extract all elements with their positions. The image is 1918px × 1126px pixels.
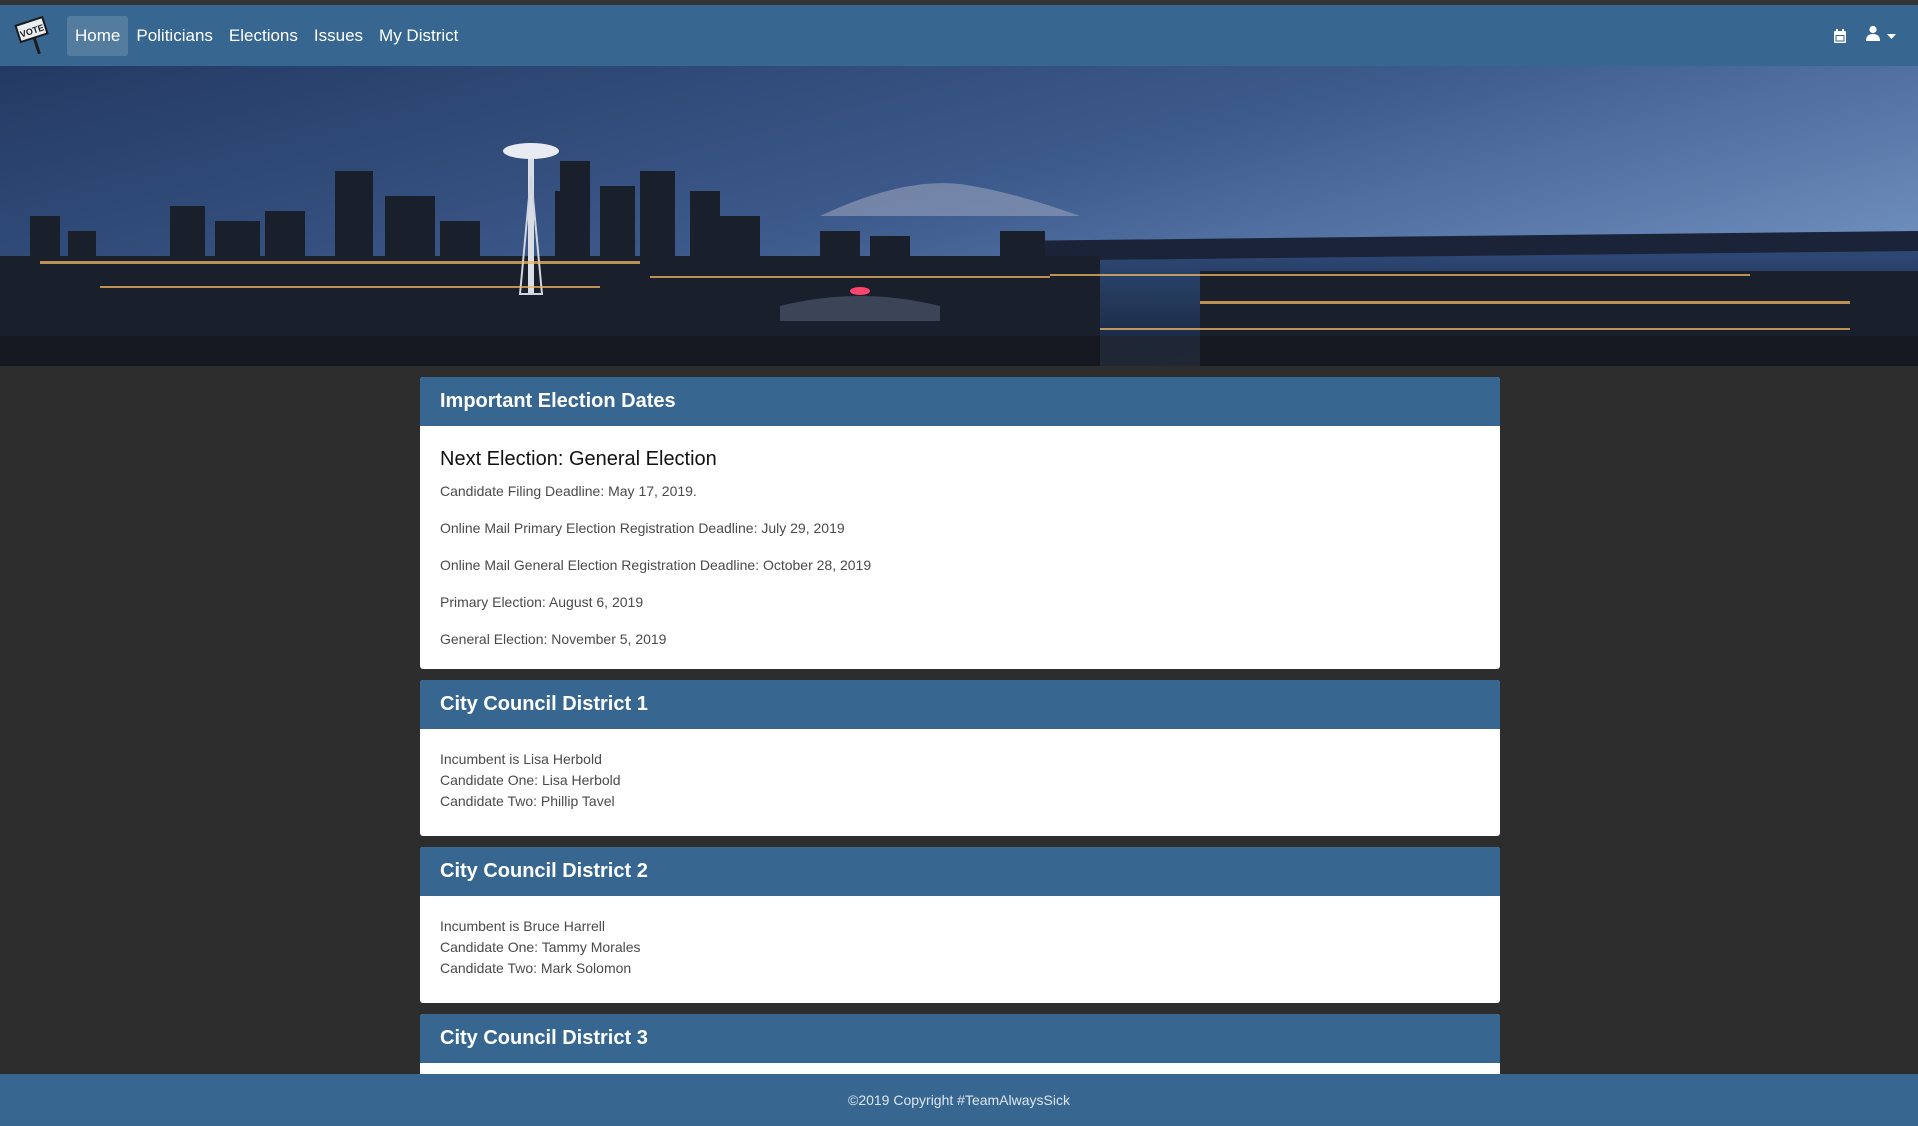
vote-sign-logo-icon[interactable]: VOTE bbox=[14, 15, 54, 59]
user-menu-toggle[interactable] bbox=[1865, 25, 1896, 46]
date-line: Online Mail Primary Election Registratio… bbox=[440, 520, 845, 536]
main-content: Important Election Dates Next Election: … bbox=[420, 377, 1500, 1074]
candidate-one-line: Candidate One: Lisa Herbold bbox=[440, 772, 621, 788]
navbar: VOTE Home Politicians Elections Issues M… bbox=[0, 5, 1918, 66]
card-title: Important Election Dates bbox=[440, 390, 676, 412]
date-line: Candidate Filing Deadline: May 17, 2019. bbox=[440, 483, 697, 499]
nav-right bbox=[1833, 25, 1896, 46]
district-card: City Council District 2 Incumbent is Bru… bbox=[420, 847, 1500, 1003]
district-card: City Council District 3 bbox=[420, 1014, 1500, 1074]
nav-elections[interactable]: Elections bbox=[221, 16, 306, 56]
card-body bbox=[420, 1063, 1500, 1074]
card-header: Important Election Dates bbox=[420, 377, 1500, 426]
hero-banner-seattle-skyline bbox=[0, 66, 1918, 366]
card-body: Next Election: General Election Candidat… bbox=[420, 426, 1500, 669]
main-nav: Home Politicians Elections Issues My Dis… bbox=[67, 16, 466, 56]
nav-my-district[interactable]: My District bbox=[371, 16, 466, 56]
candidate-two-line: Candidate Two: Phillip Tavel bbox=[440, 793, 615, 809]
caret-down-icon bbox=[1887, 27, 1896, 45]
footer: ©2019 Copyright #TeamAlwaysSick bbox=[0, 1074, 1918, 1126]
footer-copyright: ©2019 Copyright #TeamAlwaysSick bbox=[848, 1092, 1070, 1108]
nav-issues[interactable]: Issues bbox=[306, 16, 371, 56]
candidate-two-line: Candidate Two: Mark Solomon bbox=[440, 960, 632, 976]
incumbent-line: Incumbent is Lisa Herbold bbox=[440, 751, 602, 767]
user-icon bbox=[1865, 25, 1881, 46]
card-header: City Council District 2 bbox=[420, 847, 1500, 896]
date-line: Online Mail General Election Registratio… bbox=[440, 557, 872, 573]
calendar-icon[interactable] bbox=[1833, 28, 1847, 44]
card-body: Incumbent is Lisa Herbold Candidate One:… bbox=[420, 729, 1500, 836]
district-title: City Council District 3 bbox=[440, 1027, 648, 1049]
district-title: City Council District 1 bbox=[440, 693, 648, 715]
next-election-heading: Next Election: General Election bbox=[440, 448, 717, 470]
date-line: General Election: November 5, 2019 bbox=[440, 631, 667, 647]
card-header: City Council District 3 bbox=[420, 1014, 1500, 1063]
incumbent-line: Incumbent is Bruce Harrell bbox=[440, 918, 605, 934]
district-title: City Council District 2 bbox=[440, 860, 648, 882]
district-card: City Council District 1 Incumbent is Lis… bbox=[420, 680, 1500, 836]
nav-home[interactable]: Home bbox=[67, 16, 129, 56]
date-line: Primary Election: August 6, 2019 bbox=[440, 594, 644, 610]
candidate-one-line: Candidate One: Tammy Morales bbox=[440, 939, 641, 955]
card-body: Incumbent is Bruce Harrell Candidate One… bbox=[420, 896, 1500, 1003]
card-header: City Council District 1 bbox=[420, 680, 1500, 729]
nav-politicians[interactable]: Politicians bbox=[128, 16, 221, 56]
election-dates-card: Important Election Dates Next Election: … bbox=[420, 377, 1500, 669]
